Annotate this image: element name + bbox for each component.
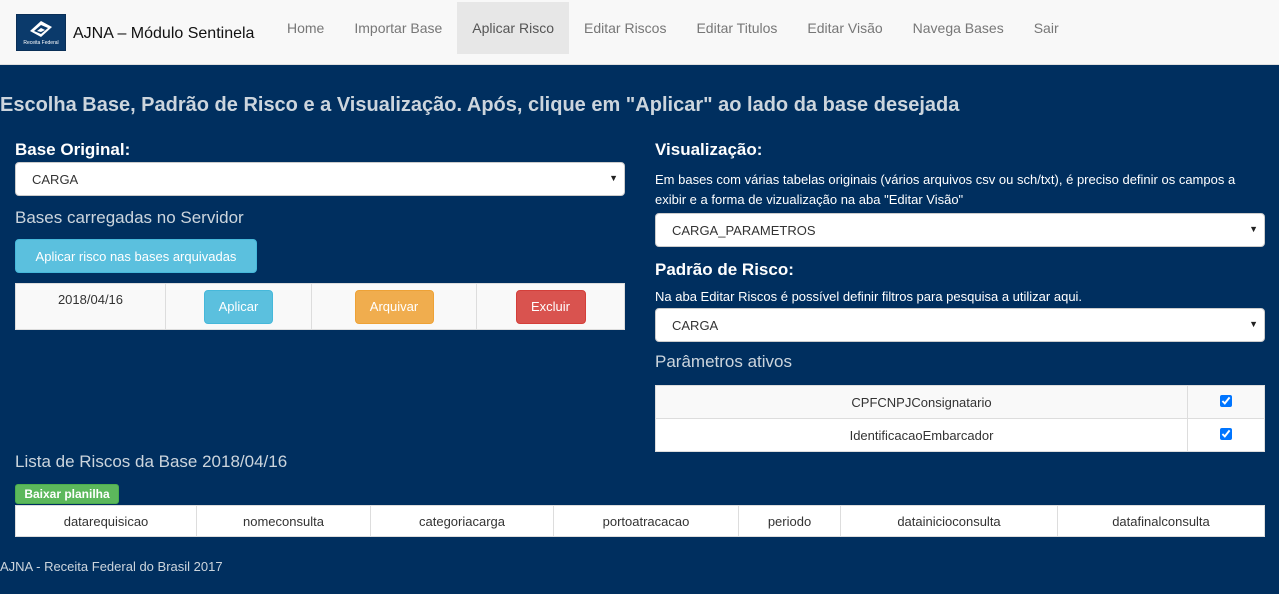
column-header[interactable]: portoatracacao: [553, 505, 739, 537]
riscos-header-row: datarequisicao nomeconsulta categoriacar…: [15, 505, 1265, 537]
bases-table: 2018/04/16 Aplicar Arquivar Excluir: [15, 283, 625, 330]
visualizacao-label: Visualização:: [655, 140, 763, 159]
app-title: AJNA – Módulo Sentinela: [73, 25, 255, 42]
param-check-cell: [1187, 418, 1265, 452]
download-spreadsheet-button[interactable]: Baixar planilha: [15, 484, 119, 504]
archive-button[interactable]: Arquivar: [354, 289, 434, 324]
column-header[interactable]: datafinalconsulta: [1057, 505, 1265, 537]
param-checkbox[interactable]: [1220, 427, 1232, 440]
visualizacao-select[interactable]: CARGA_PARAMETROS ▼: [655, 213, 1265, 247]
left-column: Base Original: CARGA ▼ Bases carregadas …: [15, 138, 625, 330]
brand[interactable]: Receita Federal AJNA – Módulo Sentinela: [0, 0, 272, 64]
nav-editar-visao[interactable]: Editar Visão: [792, 2, 897, 54]
base-original-value: CARGA: [32, 171, 79, 187]
padrao-risco-select[interactable]: CARGA ▼: [655, 308, 1265, 342]
bases-servidor-title: Bases carregadas no Servidor: [15, 208, 244, 227]
table-row: 2018/04/16 Aplicar Arquivar Excluir: [15, 283, 625, 330]
main-nav: Home Importar Base Aplicar Risco Editar …: [272, 0, 1074, 64]
select-caret-icon: ▼: [1249, 224, 1258, 234]
base-original-label: Base Original:: [15, 140, 131, 159]
table-row: IdentificacaoEmbarcador: [655, 418, 1265, 452]
param-name: CPFCNPJConsignatario: [655, 385, 1188, 419]
param-name: IdentificacaoEmbarcador: [655, 418, 1188, 452]
padrao-risco-value: CARGA: [672, 317, 719, 333]
padrao-risco-label: Padrão de Risco:: [655, 260, 794, 279]
parametros-title: Parâmetros ativos: [655, 352, 792, 371]
param-check-cell: [1187, 385, 1265, 419]
right-column: Visualização: Em bases com várias tabela…: [655, 138, 1265, 452]
nav-editar-titulos[interactable]: Editar Titulos: [681, 2, 792, 54]
padrao-risco-help: Na aba Editar Riscos é possível definir …: [655, 289, 1083, 304]
nav-home[interactable]: Home: [272, 2, 339, 54]
base-original-select[interactable]: CARGA ▼: [15, 162, 625, 196]
receita-federal-logo-icon: Receita Federal: [16, 13, 66, 51]
nav-sair[interactable]: Sair: [1019, 2, 1074, 54]
nav-editar-riscos[interactable]: Editar Riscos: [569, 2, 681, 54]
apply-cell: Aplicar: [165, 283, 312, 330]
select-caret-icon: ▼: [609, 173, 618, 183]
column-header[interactable]: datainicioconsulta: [840, 505, 1058, 537]
column-header[interactable]: datarequisicao: [15, 505, 197, 537]
nav-aplicar-risco[interactable]: Aplicar Risco: [457, 2, 569, 54]
base-date: 2018/04/16: [15, 283, 166, 330]
column-header[interactable]: categoriacarga: [370, 505, 554, 537]
select-caret-icon: ▼: [1249, 319, 1258, 329]
archive-cell: Arquivar: [311, 283, 477, 330]
visualizacao-value: CARGA_PARAMETROS: [672, 222, 816, 238]
footer: AJNA - Receita Federal do Brasil 2017: [0, 559, 223, 574]
column-header[interactable]: nomeconsulta: [196, 505, 371, 537]
delete-button[interactable]: Excluir: [515, 289, 586, 324]
column-header[interactable]: periodo: [738, 505, 841, 537]
page-heading: Escolha Base, Padrão de Risco e a Visual…: [0, 94, 960, 116]
nav-importar-base[interactable]: Importar Base: [339, 2, 457, 54]
table-row: CPFCNPJConsignatario: [655, 385, 1265, 419]
apply-button[interactable]: Aplicar: [204, 289, 273, 324]
visualizacao-help: Em bases com várias tabelas originais (v…: [655, 172, 1236, 207]
apply-archived-button[interactable]: Aplicar risco nas bases arquivadas: [15, 239, 257, 273]
logo-mark-icon: [30, 20, 52, 37]
parametros-table: CPFCNPJConsignatario IdentificacaoEmbarc…: [655, 385, 1265, 452]
delete-cell: Excluir: [476, 283, 625, 330]
nav-navega-bases[interactable]: Navega Bases: [898, 2, 1019, 54]
riscos-table: datarequisicao nomeconsulta categoriacar…: [15, 505, 1265, 537]
riscos-title: Lista de Riscos da Base 2018/04/16: [15, 452, 288, 471]
riscos-section: Lista de Riscos da Base 2018/04/16 Baixa…: [15, 452, 1265, 537]
param-checkbox[interactable]: [1220, 394, 1232, 407]
navbar: Receita Federal AJNA – Módulo Sentinela …: [0, 0, 1279, 65]
logo-text: Receita Federal: [23, 39, 59, 46]
